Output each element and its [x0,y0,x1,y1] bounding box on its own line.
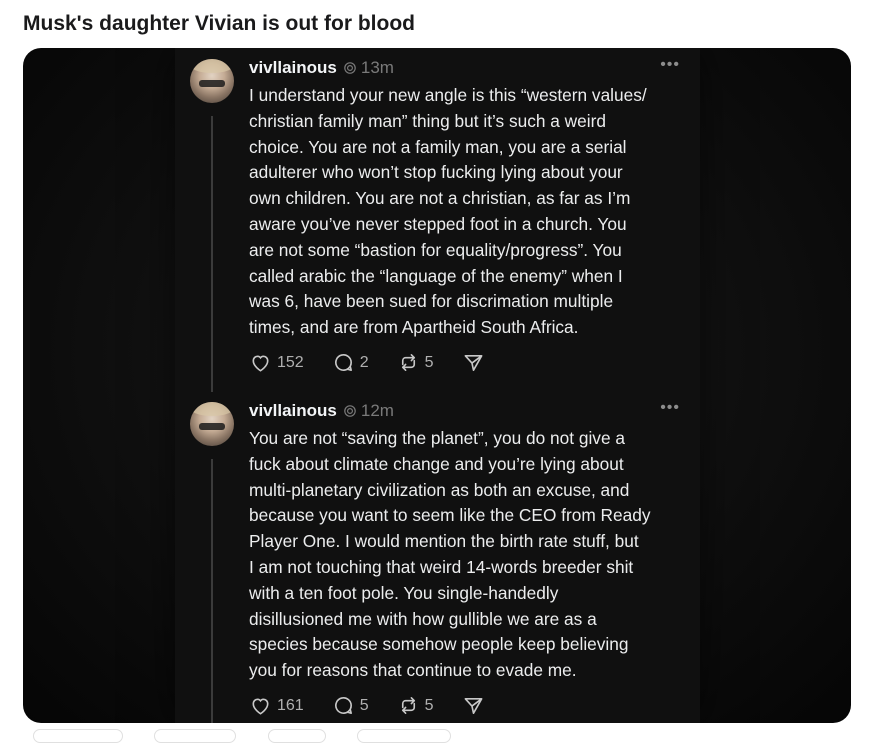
repost-button: 5 [397,351,434,374]
repost-count: 5 [424,696,434,714]
post-text: You are not “saving the planet”, you do … [249,428,651,681]
avatar [190,402,234,446]
timestamp: 13m [360,58,394,77]
like-count: 152 [277,353,304,371]
share-button [462,351,490,374]
reposted-icon [344,62,356,74]
heart-icon [252,355,269,372]
share-button [462,694,490,717]
reposted-icon [344,405,356,417]
thread-post: vivllainous 12m ••• You are not “saving … [175,391,700,723]
reply-count: 5 [359,696,369,714]
like-button: 152 [249,351,304,374]
repost-icon [401,697,415,714]
action-chip[interactable] [33,729,123,743]
action-chip[interactable] [268,729,326,743]
repost-count: 5 [424,353,434,371]
repost-icon [401,354,415,371]
post-actions: 161 5 5 [249,694,518,717]
send-icon [464,354,482,371]
post-title[interactable]: Musk's daughter Vivian is out for blood [23,10,415,38]
repost-button: 5 [397,694,434,717]
post-header: vivllainous 12m [249,400,394,422]
thread-line [211,116,213,392]
thread-post: vivllainous 13m ••• I understand your ne… [175,48,700,392]
timestamp: 12m [360,401,394,420]
post-header: vivllainous 13m [249,57,394,79]
reply-count: 2 [359,353,369,371]
action-chip[interactable] [357,729,451,743]
reply-button: 2 [332,351,369,374]
post-actions: 152 2 5 [249,351,518,374]
more-icon: ••• [660,399,680,416]
like-button: 161 [249,694,304,717]
post-text: I understand your new angle is this “wes… [249,85,647,338]
avatar [190,59,234,103]
more-icon: ••• [660,56,680,73]
action-chip[interactable] [154,729,236,743]
comment-icon [334,697,352,714]
heart-icon [252,698,269,715]
send-icon [464,697,482,714]
username: vivllainous [249,58,337,77]
media-card[interactable]: vivllainous 13m ••• I understand your ne… [23,48,851,723]
threads-screenshot: vivllainous 13m ••• I understand your ne… [175,48,700,723]
reply-button: 5 [332,694,369,717]
thread-line [211,459,213,723]
comment-icon [334,354,352,371]
like-count: 161 [277,696,304,714]
username: vivllainous [249,401,337,420]
post-action-bar [0,729,877,743]
